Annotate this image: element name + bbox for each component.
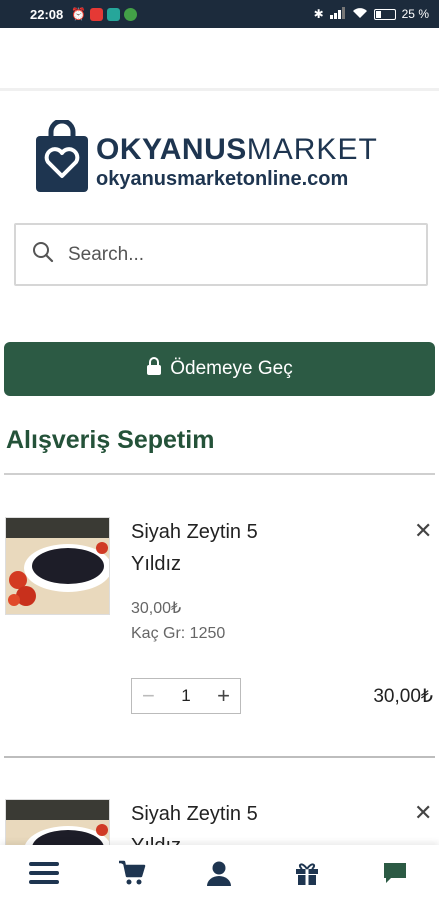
brand-name: OKYANUSMARKET (96, 133, 378, 166)
quantity-value[interactable]: 1 (181, 686, 190, 706)
checkout-button[interactable]: Ödemeye Geç (4, 342, 435, 396)
status-time: 22:08 (30, 6, 64, 22)
chat-icon[interactable] (365, 848, 425, 898)
youtube-icon (90, 7, 104, 21)
status-right: ✱ 25 % (313, 6, 429, 22)
lock-icon (146, 357, 162, 381)
product-price: 30,00₺ (131, 600, 182, 617)
whatsapp-icon (124, 7, 138, 21)
gift-icon[interactable] (277, 848, 337, 898)
product-weight: Kaç Gr: 1250 (131, 625, 226, 642)
line-total: 30,00₺ (373, 686, 433, 707)
product-name[interactable]: Siyah Zeytin 5 Yıldız (131, 516, 361, 580)
remove-item-button[interactable]: ✕ (414, 520, 432, 542)
divider (4, 756, 435, 758)
store-logo[interactable]: OKYANUSMARKET okyanusmarketonline.com (34, 118, 378, 194)
divider (4, 473, 435, 475)
shopping-bag-heart-icon (34, 118, 90, 194)
battery-icon (373, 8, 396, 20)
shield-icon (107, 7, 121, 21)
quantity-stepper: − 1 + (131, 678, 241, 714)
product-image[interactable] (5, 517, 110, 615)
status-bar: 22:08 ⏰ ✱ 25 % (0, 0, 439, 28)
account-icon[interactable] (189, 848, 249, 898)
notification-icons: ⏰ (71, 7, 138, 21)
search-input[interactable] (68, 243, 388, 266)
increment-button[interactable]: + (217, 683, 230, 709)
search-icon (32, 241, 54, 268)
search-box[interactable] (14, 223, 428, 286)
alarm-icon: ⏰ (71, 7, 87, 21)
header-divider (0, 88, 439, 91)
menu-icon[interactable] (14, 848, 74, 898)
cart-icon[interactable] (102, 848, 162, 898)
wifi-icon (352, 7, 368, 22)
battery-level: 25 % (401, 7, 429, 21)
remove-item-button[interactable]: ✕ (414, 802, 432, 824)
signal-icon (329, 6, 346, 22)
decrement-button[interactable]: − (142, 683, 155, 709)
bluetooth-icon: ✱ (313, 7, 324, 21)
bottom-nav (0, 845, 439, 900)
checkout-label: Ödemeye Geç (170, 358, 293, 379)
cart-title: Alışveriş Sepetim (6, 426, 215, 454)
brand-domain: okyanusmarketonline.com (96, 168, 349, 190)
